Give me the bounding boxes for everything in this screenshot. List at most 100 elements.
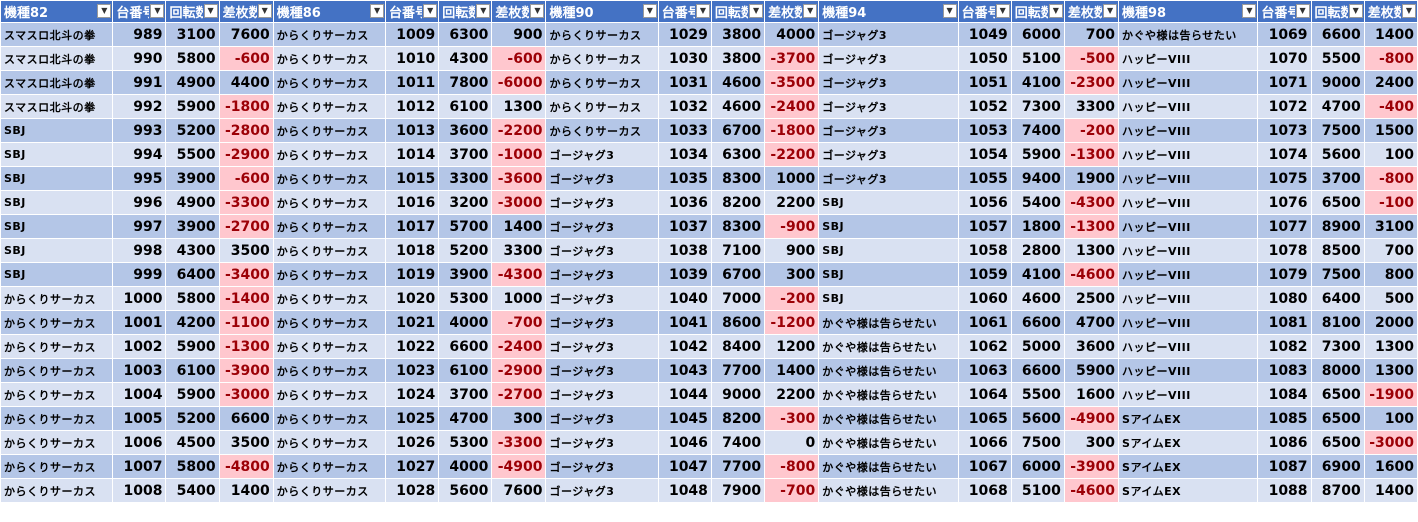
cell-machine-number[interactable]: 992	[112, 94, 167, 119]
cell-diff-count[interactable]: 1400	[1363, 478, 1418, 503]
cell-spin-count[interactable]: 3600	[438, 118, 493, 143]
cell-machine-number[interactable]: 1017	[385, 214, 440, 239]
cell-machine-name[interactable]: SBJ	[818, 262, 959, 287]
cell-diff-count[interactable]: -1800	[764, 118, 820, 143]
cell-machine-number[interactable]: 1083	[1257, 358, 1312, 383]
cell-machine-name[interactable]: ゴージャグ3	[818, 118, 959, 143]
cell-machine-number[interactable]: 1058	[957, 238, 1012, 263]
cell-diff-count[interactable]: 1000	[491, 286, 547, 311]
cell-spin-count[interactable]: 7700	[710, 454, 766, 479]
cell-diff-count[interactable]: -2700	[218, 214, 274, 239]
cell-machine-number[interactable]: 1074	[1257, 142, 1312, 167]
cell-machine-name[interactable]: からくりサーカス	[272, 310, 387, 335]
cell-machine-name[interactable]: かぐや様は告らせたい	[818, 358, 959, 383]
cell-machine-number[interactable]: 1035	[657, 166, 712, 191]
cell-machine-number[interactable]: 989	[112, 22, 167, 47]
cell-machine-number[interactable]: 1063	[957, 358, 1012, 383]
cell-diff-count[interactable]: 1300	[491, 94, 547, 119]
cell-diff-count[interactable]: -3400	[218, 262, 274, 287]
cell-machine-name[interactable]: スマスロ北斗の拳	[0, 46, 114, 71]
cell-diff-count[interactable]: -1800	[218, 94, 274, 119]
cell-machine-name[interactable]: ゴージャグ3	[545, 310, 659, 335]
cell-diff-count[interactable]: 6600	[218, 406, 274, 431]
cell-diff-count[interactable]: 300	[764, 262, 820, 287]
cell-machine-number[interactable]: 1068	[957, 478, 1012, 503]
cell-machine-number[interactable]: 1000	[112, 286, 167, 311]
cell-spin-count[interactable]: 3900	[165, 214, 220, 239]
cell-diff-count[interactable]: -800	[1363, 166, 1418, 191]
cell-spin-count[interactable]: 3900	[438, 262, 493, 287]
cell-diff-count[interactable]: -1200	[764, 310, 820, 335]
cell-diff-count[interactable]: -2300	[1063, 70, 1120, 95]
cell-spin-count[interactable]: 6100	[438, 358, 493, 383]
filter-dropdown-icon[interactable]: ▼	[749, 4, 764, 18]
cell-diff-count[interactable]: -1300	[1063, 142, 1120, 167]
cell-machine-number[interactable]: 1029	[657, 22, 712, 47]
cell-machine-name[interactable]: SBJ	[0, 142, 114, 167]
cell-machine-name[interactable]: スマスロ北斗の拳	[0, 22, 114, 47]
cell-diff-count[interactable]: -700	[764, 478, 820, 503]
cell-diff-count[interactable]: 2000	[1363, 310, 1418, 335]
cell-machine-name[interactable]: からくりサーカス	[545, 22, 659, 47]
cell-machine-number[interactable]: 1013	[385, 118, 440, 143]
cell-machine-name[interactable]: ハッピーVIII	[1118, 190, 1259, 215]
cell-diff-count[interactable]: -900	[764, 214, 820, 239]
cell-spin-count[interactable]: 5900	[165, 334, 220, 359]
cell-diff-count[interactable]: 2400	[1363, 70, 1418, 95]
cell-spin-count[interactable]: 6900	[1310, 454, 1365, 479]
cell-diff-count[interactable]: 1200	[764, 334, 820, 359]
cell-machine-name[interactable]: SBJ	[818, 286, 959, 311]
cell-spin-count[interactable]: 5100	[1010, 478, 1065, 503]
cell-spin-count[interactable]: 3100	[165, 22, 220, 47]
cell-spin-count[interactable]: 5900	[1010, 142, 1065, 167]
cell-spin-count[interactable]: 6300	[710, 142, 766, 167]
cell-machine-name[interactable]: からくりサーカス	[272, 166, 387, 191]
cell-machine-number[interactable]: 997	[112, 214, 167, 239]
cell-spin-count[interactable]: 8200	[710, 190, 766, 215]
cell-diff-count[interactable]: 900	[491, 22, 547, 47]
cell-machine-number[interactable]: 1069	[1257, 22, 1312, 47]
cell-machine-number[interactable]: 1044	[657, 382, 712, 407]
cell-spin-count[interactable]: 5000	[1010, 334, 1065, 359]
filter-dropdown-icon[interactable]: ▼	[1402, 4, 1416, 18]
cell-machine-number[interactable]: 1073	[1257, 118, 1312, 143]
cell-spin-count[interactable]: 1800	[1010, 214, 1065, 239]
cell-machine-name[interactable]: ハッピーVIII	[1118, 310, 1259, 335]
cell-machine-number[interactable]: 1028	[385, 478, 440, 503]
cell-machine-number[interactable]: 1059	[957, 262, 1012, 287]
cell-machine-number[interactable]: 1038	[657, 238, 712, 263]
cell-machine-name[interactable]: ゴージャグ3	[818, 94, 959, 119]
cell-diff-count[interactable]: -4600	[1063, 478, 1120, 503]
cell-spin-count[interactable]: 8400	[710, 334, 766, 359]
cell-machine-name[interactable]: からくりサーカス	[0, 334, 114, 359]
cell-machine-name[interactable]: ゴージャグ3	[545, 166, 659, 191]
cell-machine-number[interactable]: 1046	[657, 430, 712, 455]
cell-machine-number[interactable]: 1078	[1257, 238, 1312, 263]
cell-spin-count[interactable]: 5100	[1010, 46, 1065, 71]
cell-spin-count[interactable]: 2800	[1010, 238, 1065, 263]
cell-machine-number[interactable]: 1043	[657, 358, 712, 383]
cell-spin-count[interactable]: 8700	[1310, 478, 1365, 503]
cell-spin-count[interactable]: 5900	[165, 94, 220, 119]
cell-machine-name[interactable]: からくりサーカス	[0, 406, 114, 431]
cell-spin-count[interactable]: 7300	[1010, 94, 1065, 119]
cell-spin-count[interactable]: 6100	[165, 358, 220, 383]
cell-machine-name[interactable]: からくりサーカス	[272, 430, 387, 455]
cell-spin-count[interactable]: 4200	[165, 310, 220, 335]
cell-diff-count[interactable]: -300	[764, 406, 820, 431]
cell-machine-number[interactable]: 1026	[385, 430, 440, 455]
cell-machine-number[interactable]: 1077	[1257, 214, 1312, 239]
cell-diff-count[interactable]: 300	[491, 406, 547, 431]
cell-machine-number[interactable]: 1012	[385, 94, 440, 119]
cell-spin-count[interactable]: 4600	[1010, 286, 1065, 311]
cell-spin-count[interactable]: 4000	[438, 310, 493, 335]
cell-machine-name[interactable]: かぐや様は告らせたい	[818, 334, 959, 359]
filter-dropdown-icon[interactable]: ▼	[695, 4, 710, 18]
cell-diff-count[interactable]: -3700	[764, 46, 820, 71]
cell-diff-count[interactable]: -3900	[218, 358, 274, 383]
cell-machine-name[interactable]: からくりサーカス	[0, 286, 114, 311]
cell-diff-count[interactable]: -3000	[218, 382, 274, 407]
cell-machine-name[interactable]: スマスロ北斗の拳	[0, 94, 114, 119]
filter-dropdown-icon[interactable]: ▼	[530, 4, 545, 18]
cell-diff-count[interactable]: -1400	[218, 286, 274, 311]
